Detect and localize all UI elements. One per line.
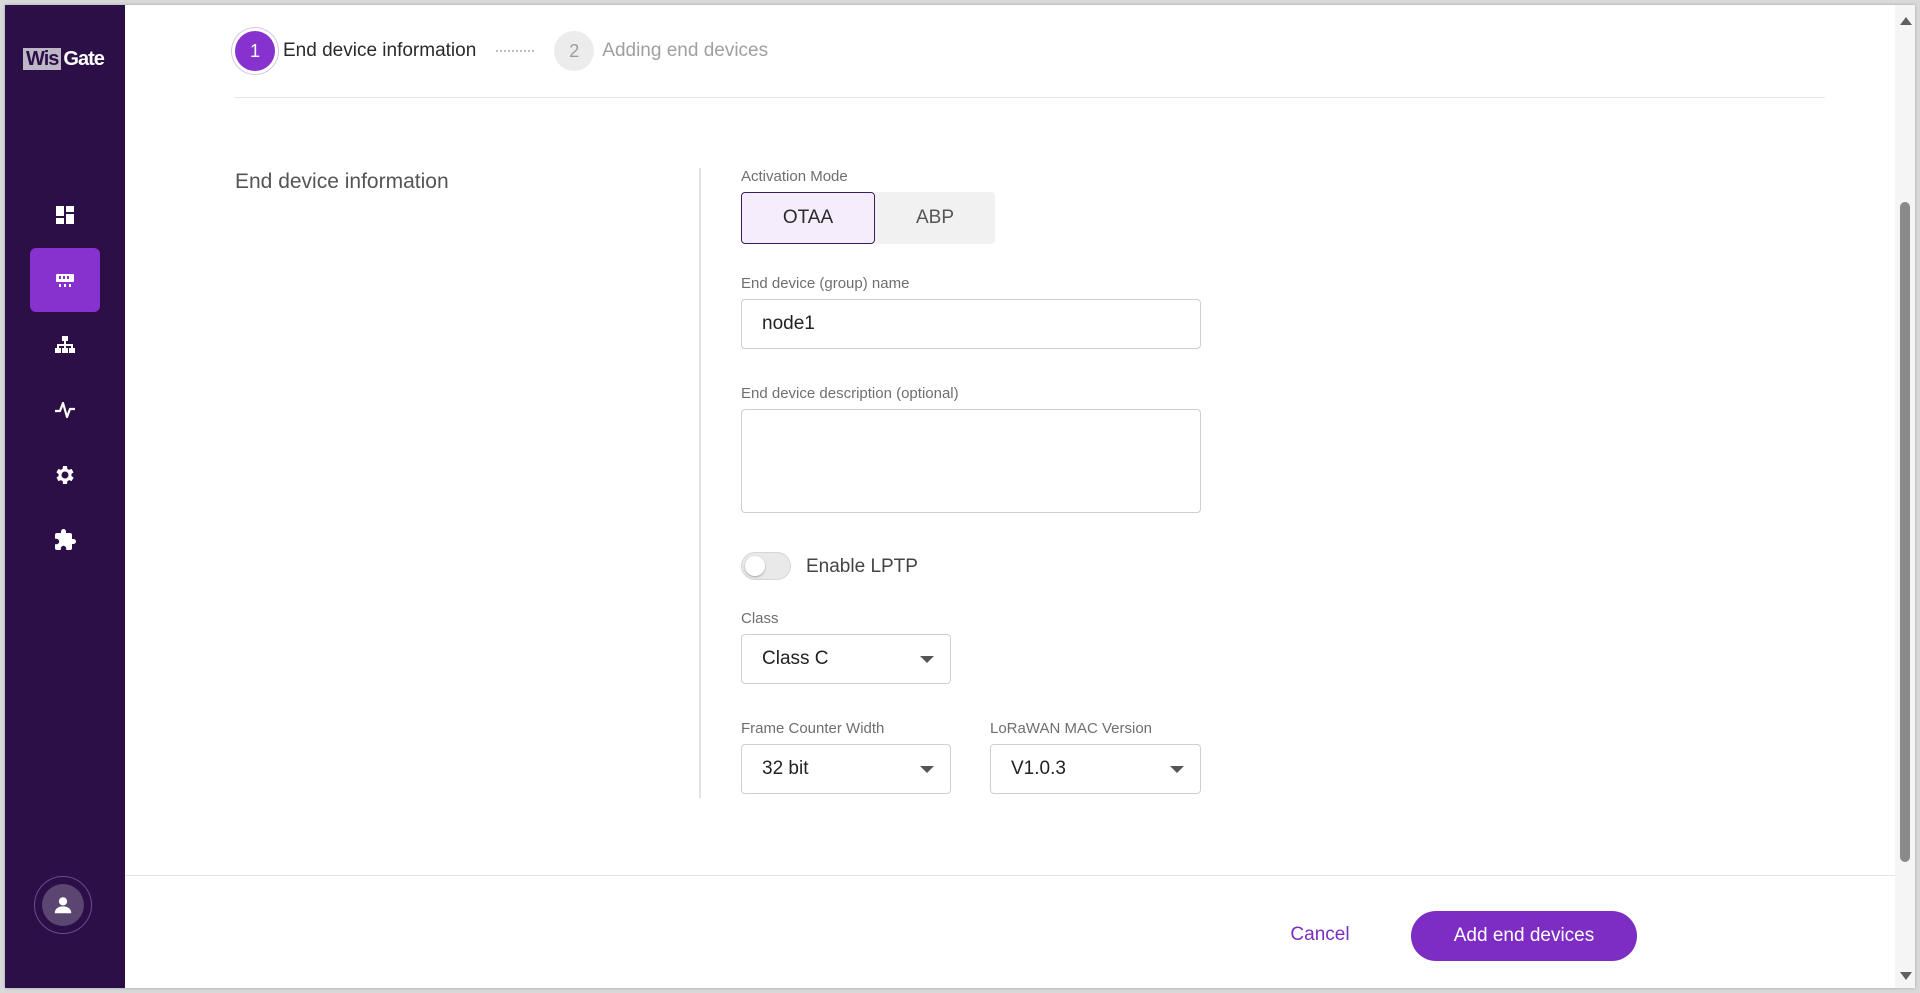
settings-icon	[56, 466, 74, 484]
cancel-button[interactable]: Cancel	[1270, 911, 1370, 959]
chevron-down-icon	[920, 766, 934, 773]
footer-divider	[125, 875, 1895, 876]
device-description-label: End device description (optional)	[741, 385, 959, 402]
scroll-down-icon[interactable]	[1900, 972, 1912, 980]
section-divider	[699, 168, 701, 798]
step-1-label: End device information	[283, 40, 477, 61]
device-name-label: End device (group) name	[741, 275, 910, 292]
mac-version-select[interactable]: V1.0.3	[990, 744, 1201, 794]
sidebar-item-dashboard[interactable]	[30, 183, 100, 247]
toggle-knob	[745, 556, 765, 576]
device-name-input[interactable]: node1	[741, 299, 1201, 349]
frame-counter-width-label: Frame Counter Width	[741, 720, 885, 737]
class-select-value: Class C	[762, 648, 829, 669]
frame-counter-width-value: 32 bit	[762, 758, 809, 779]
avatar-circle	[42, 884, 84, 926]
frame-counter-width-select[interactable]: 32 bit	[741, 744, 951, 794]
scroll-up-icon[interactable]	[1900, 17, 1912, 25]
chevron-down-icon	[1170, 766, 1184, 773]
sidebar-item-activity[interactable]	[30, 378, 100, 442]
step-2-label: Adding end devices	[602, 40, 769, 61]
divider	[235, 97, 1825, 98]
user-avatar[interactable]	[34, 876, 92, 934]
step-2-circle: 2	[554, 31, 595, 71]
sidebar-item-extensions[interactable]	[30, 508, 100, 572]
chevron-down-icon	[920, 656, 934, 663]
sidebar: Wis Gate	[5, 5, 125, 988]
step-connector	[496, 50, 535, 52]
step-1-circle: 1	[235, 31, 275, 71]
activity-icon	[55, 401, 75, 419]
scroll-thumb[interactable]	[1900, 202, 1910, 862]
add-end-devices-button[interactable]: Add end devices	[1411, 911, 1637, 961]
device-description-textarea[interactable]	[741, 409, 1201, 513]
sidebar-item-network[interactable]	[30, 313, 100, 377]
section-title: End device information	[235, 170, 449, 193]
class-select[interactable]: Class C	[741, 634, 951, 684]
otaa-option[interactable]: OTAA	[741, 192, 875, 244]
network-icon	[55, 336, 75, 353]
scrollbar[interactable]	[1895, 5, 1915, 988]
mac-version-value: V1.0.3	[1011, 758, 1066, 779]
mac-version-label: LoRaWAN MAC Version	[990, 720, 1152, 737]
extensions-icon	[55, 529, 76, 550]
logo-part2: Gate	[63, 47, 104, 70]
app-window: Wis Gate 1 End device information 2 Addi…	[5, 5, 1915, 988]
logo-part1: Wis	[23, 48, 62, 70]
lptp-label: Enable LPTP	[806, 556, 918, 577]
lptp-toggle[interactable]	[741, 552, 791, 580]
end-devices-icon	[56, 274, 74, 287]
abp-option[interactable]: ABP	[875, 192, 995, 244]
sidebar-item-end-devices[interactable]	[30, 248, 100, 312]
class-label: Class	[741, 610, 779, 627]
wisgate-logo[interactable]: Wis Gate	[23, 47, 105, 71]
dashboard-icon	[56, 206, 74, 224]
stepper: 1 End device information 2 Adding end de…	[235, 30, 768, 72]
user-icon	[54, 897, 72, 914]
activation-mode-toggle: OTAA ABP	[741, 192, 995, 244]
sidebar-item-settings[interactable]	[30, 443, 100, 507]
activation-mode-label: Activation Mode	[741, 168, 848, 185]
